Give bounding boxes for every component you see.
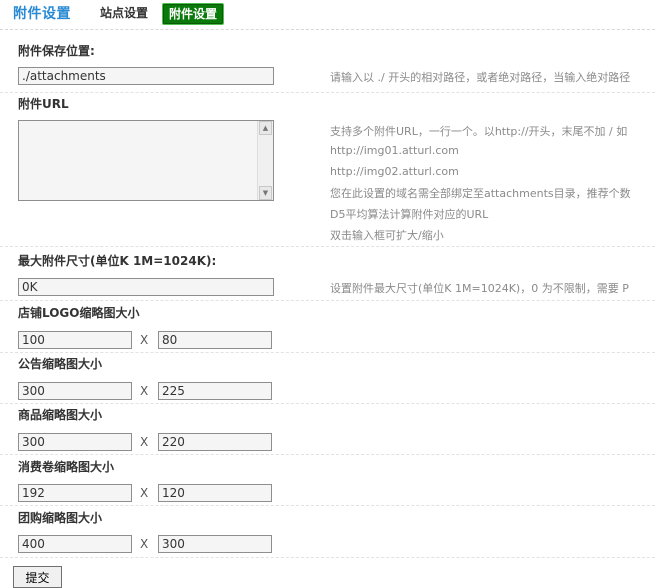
dimension-separator: X [140, 537, 149, 551]
url-textarea-scrollbar[interactable]: ▲ ▼ [257, 121, 273, 200]
scroll-up-arrow-icon[interactable]: ▲ [259, 121, 272, 135]
url-hint-line-5: D5平均算法计算附件对应的URL [330, 208, 489, 221]
url-label: 附件URL [18, 97, 69, 111]
notice-label: 公告缩略图大小 [18, 357, 103, 371]
groupbuy-height-input[interactable] [158, 535, 272, 553]
submit-button[interactable]: 提交 [13, 566, 62, 588]
url-hint-line-3: http://img02.atturl.com [330, 165, 459, 178]
groupbuy-label: 团购缩略图大小 [18, 511, 103, 525]
row-divider [0, 454, 655, 455]
shop-logo-label: 店铺LOGO缩略图大小 [18, 306, 140, 320]
row-divider [0, 300, 655, 301]
header-divider [0, 29, 655, 30]
goods-width-input[interactable] [18, 433, 132, 451]
scroll-down-arrow-icon[interactable]: ▼ [259, 186, 272, 200]
coupon-height-input[interactable] [158, 484, 272, 502]
dimension-separator: X [140, 486, 149, 500]
shop-logo-width-input[interactable] [18, 331, 132, 349]
url-textarea[interactable] [18, 120, 274, 201]
dimension-separator: X [140, 333, 149, 347]
save-path-input[interactable] [18, 67, 274, 85]
max-size-label: 最大附件尺寸(单位K 1M=1024K): [18, 254, 217, 268]
row-divider [0, 92, 655, 93]
notice-width-input[interactable] [18, 382, 132, 400]
row-divider [0, 557, 655, 558]
row-divider [0, 403, 655, 404]
goods-label: 商品缩略图大小 [18, 408, 103, 422]
shop-logo-height-input[interactable] [158, 331, 272, 349]
url-hint-line-1: 支持多个附件URL，一行一个。以http://开头，末尾不加 / 如 [330, 125, 628, 138]
tab-site-settings[interactable]: 站点设置 [94, 3, 154, 23]
dimension-separator: X [140, 384, 149, 398]
max-size-input[interactable] [18, 278, 274, 296]
max-size-hint: 设置附件最大尺寸(单位K 1M=1024K)，0 为不限制，需要 P [330, 282, 629, 295]
row-divider [0, 505, 655, 506]
coupon-width-input[interactable] [18, 484, 132, 502]
notice-height-input[interactable] [158, 382, 272, 400]
url-hint-line-4: 您在此设置的域名需全部绑定至attachments目录，推荐个数 [330, 187, 631, 200]
url-hint-line-2: http://img01.atturl.com [330, 144, 459, 157]
tab-attachment-settings[interactable]: 附件设置 [162, 3, 225, 25]
groupbuy-width-input[interactable] [18, 535, 132, 553]
url-hint-line-6: 双击输入框可扩大/缩小 [330, 229, 444, 242]
coupon-label: 消费卷缩略图大小 [18, 460, 115, 474]
page-title: 附件设置 [13, 6, 71, 22]
save-path-label: 附件保存位置: [18, 44, 95, 58]
row-divider [0, 246, 655, 247]
save-path-hint: 请输入以 ./ 开头的相对路径，或者绝对路径，当输入绝对路径 [330, 71, 631, 84]
row-divider [0, 352, 655, 353]
goods-height-input[interactable] [158, 433, 272, 451]
dimension-separator: X [140, 435, 149, 449]
page-header: 附件设置 站点设置 附件设置 [0, 0, 655, 28]
